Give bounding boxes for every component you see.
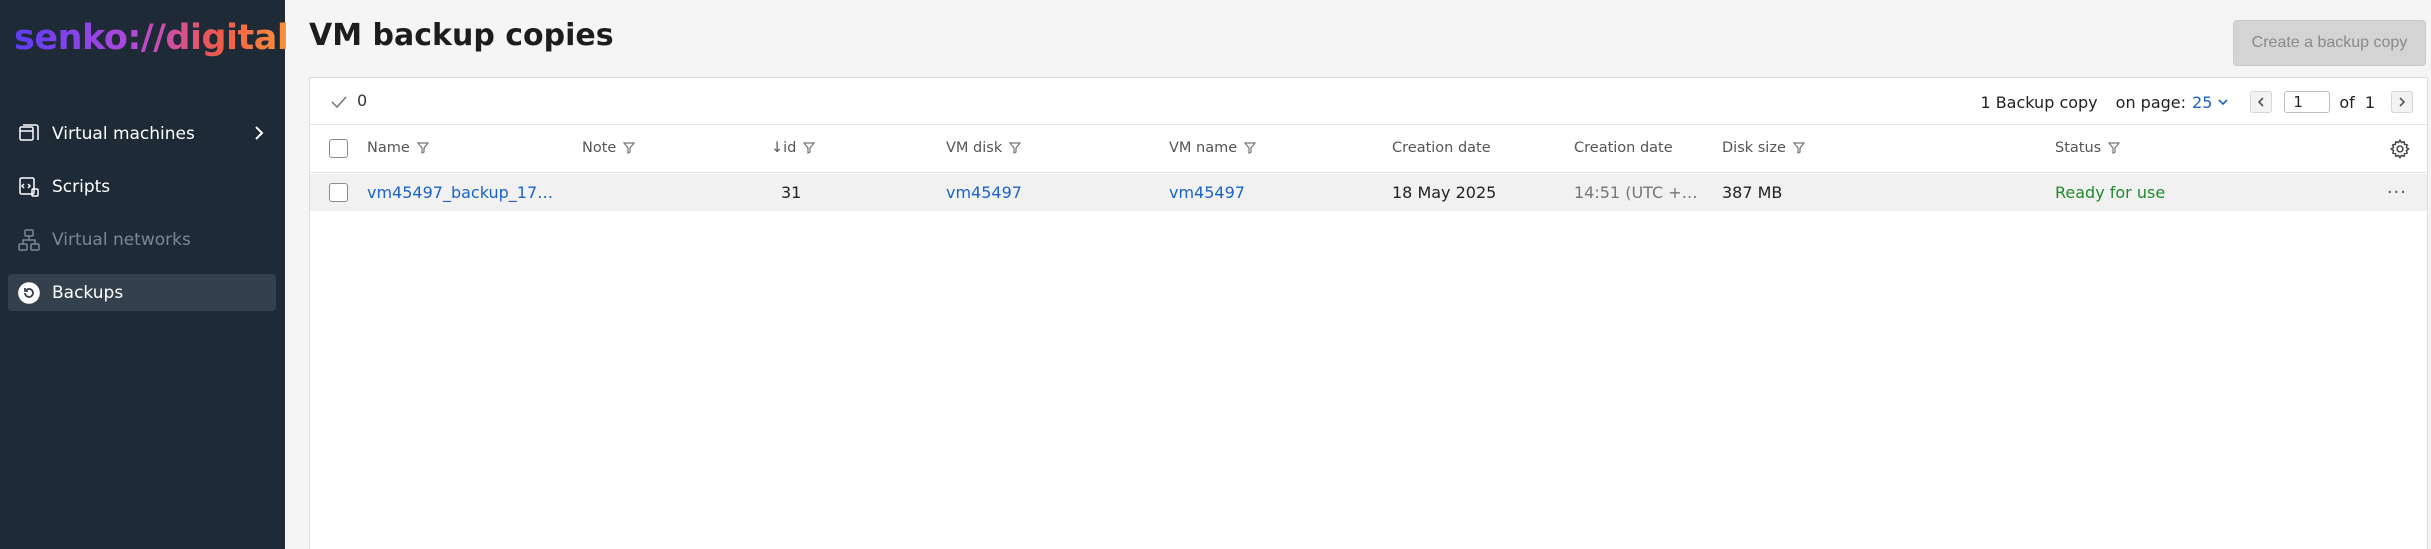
- of-label: of: [2339, 92, 2355, 112]
- page-title: VM backup copies: [309, 18, 614, 53]
- filter-icon[interactable]: [1243, 141, 1257, 155]
- table-row[interactable]: vm45497_backup_174… 31 vm45497 vm45497 1…: [310, 174, 2427, 211]
- logo[interactable]: senko://digital: [14, 18, 289, 58]
- status-cell: Ready for use: [2055, 183, 2166, 202]
- column-header-id[interactable]: ↓id: [771, 140, 816, 156]
- column-header-vm-disk[interactable]: VM disk: [946, 140, 1022, 156]
- prev-page-button[interactable]: [2250, 91, 2273, 113]
- filter-icon[interactable]: [416, 141, 430, 155]
- sidebar-item-scripts[interactable]: Scripts: [8, 168, 276, 205]
- next-page-button[interactable]: [2391, 91, 2413, 113]
- column-header-name[interactable]: Name: [367, 140, 430, 156]
- create-backup-button[interactable]: Create a backup copy: [2233, 20, 2426, 66]
- column-label: Status: [2055, 140, 2102, 156]
- id-cell: 31: [781, 183, 802, 202]
- select-all-checkbox[interactable]: [329, 139, 348, 158]
- column-header-creation-date[interactable]: Creation date: [1392, 140, 1491, 156]
- scripts-icon: [16, 174, 42, 200]
- backup-name-link[interactable]: vm45497_backup_174…: [367, 183, 557, 202]
- pagination: 1 Backup copy on page: 25 1 of 1: [1980, 89, 2413, 115]
- creation-time-cell: 14:51 (UTC +0…: [1574, 183, 1704, 202]
- selected-count: 0: [357, 91, 368, 110]
- total-count: 1 Backup copy: [1980, 92, 2098, 112]
- virtual-machines-icon: [16, 121, 42, 147]
- disk-size-cell: 387 MB: [1722, 183, 1783, 202]
- column-header-status[interactable]: Status: [2055, 140, 2121, 156]
- sidebar-item-label: Scripts: [52, 176, 111, 197]
- column-label: VM name: [1169, 140, 1238, 156]
- column-header-note[interactable]: Note: [582, 140, 636, 156]
- column-label: ↓id: [771, 140, 797, 156]
- sidebar-nav: Virtual machines Scripts Virtual network…: [8, 115, 276, 327]
- sidebar: senko://digital Virtual machines Scripts…: [0, 0, 289, 549]
- chevron-down-icon[interactable]: [2216, 95, 2230, 109]
- sidebar-item-virtual-networks[interactable]: Virtual networks: [8, 221, 276, 258]
- backups-table-panel: 0 1 Backup copy on page: 25 1 of 1 Name …: [309, 77, 2428, 549]
- column-header-creation-time[interactable]: Creation date: [1574, 140, 1673, 156]
- table-header: Name Note ↓id VM disk VM name Creation d…: [310, 125, 2427, 173]
- sidebar-item-backups[interactable]: Backups: [8, 274, 276, 311]
- filter-icon[interactable]: [802, 141, 816, 155]
- filter-icon[interactable]: [1008, 141, 1022, 155]
- chevron-left-icon: [2258, 97, 2264, 107]
- column-label: Creation date: [1392, 140, 1491, 156]
- filter-icon[interactable]: [622, 141, 636, 155]
- check-icon: [331, 96, 347, 109]
- filter-icon[interactable]: [1792, 141, 1806, 155]
- page-number-input[interactable]: 1: [2284, 91, 2331, 113]
- creation-date-cell: 18 May 2025: [1392, 183, 1497, 202]
- sidebar-item-label: Backups: [52, 282, 124, 303]
- column-header-vm-name[interactable]: VM name: [1169, 140, 1257, 156]
- column-label: Creation date: [1574, 140, 1673, 156]
- row-checkbox[interactable]: [329, 183, 348, 202]
- per-page-select[interactable]: 25: [2192, 93, 2212, 112]
- sidebar-item-virtual-machines[interactable]: Virtual machines: [8, 115, 276, 152]
- on-page-label: on page:: [2115, 92, 2187, 112]
- filter-icon[interactable]: [2107, 141, 2121, 155]
- chevron-right-icon: [2399, 97, 2406, 107]
- table-toolbar: 0 1 Backup copy on page: 25 1 of 1: [310, 78, 2427, 125]
- gear-icon[interactable]: [2389, 138, 2411, 160]
- network-icon: [16, 227, 42, 253]
- column-header-disk-size[interactable]: Disk size: [1722, 140, 1806, 156]
- sidebar-item-label: Virtual machines: [52, 123, 195, 144]
- total-pages: 1: [2364, 92, 2375, 112]
- chevron-right-icon: [255, 126, 264, 140]
- row-actions-menu[interactable]: ···: [2387, 182, 2407, 203]
- vm-name-link[interactable]: vm45497: [1169, 183, 1245, 202]
- column-label: VM disk: [946, 140, 1003, 156]
- column-label: Name: [367, 140, 410, 156]
- column-label: Disk size: [1722, 140, 1786, 156]
- sidebar-item-label: Virtual networks: [52, 229, 191, 250]
- column-label: Note: [582, 140, 617, 156]
- vm-disk-link[interactable]: vm45497: [946, 183, 1022, 202]
- backup-icon: [16, 280, 42, 306]
